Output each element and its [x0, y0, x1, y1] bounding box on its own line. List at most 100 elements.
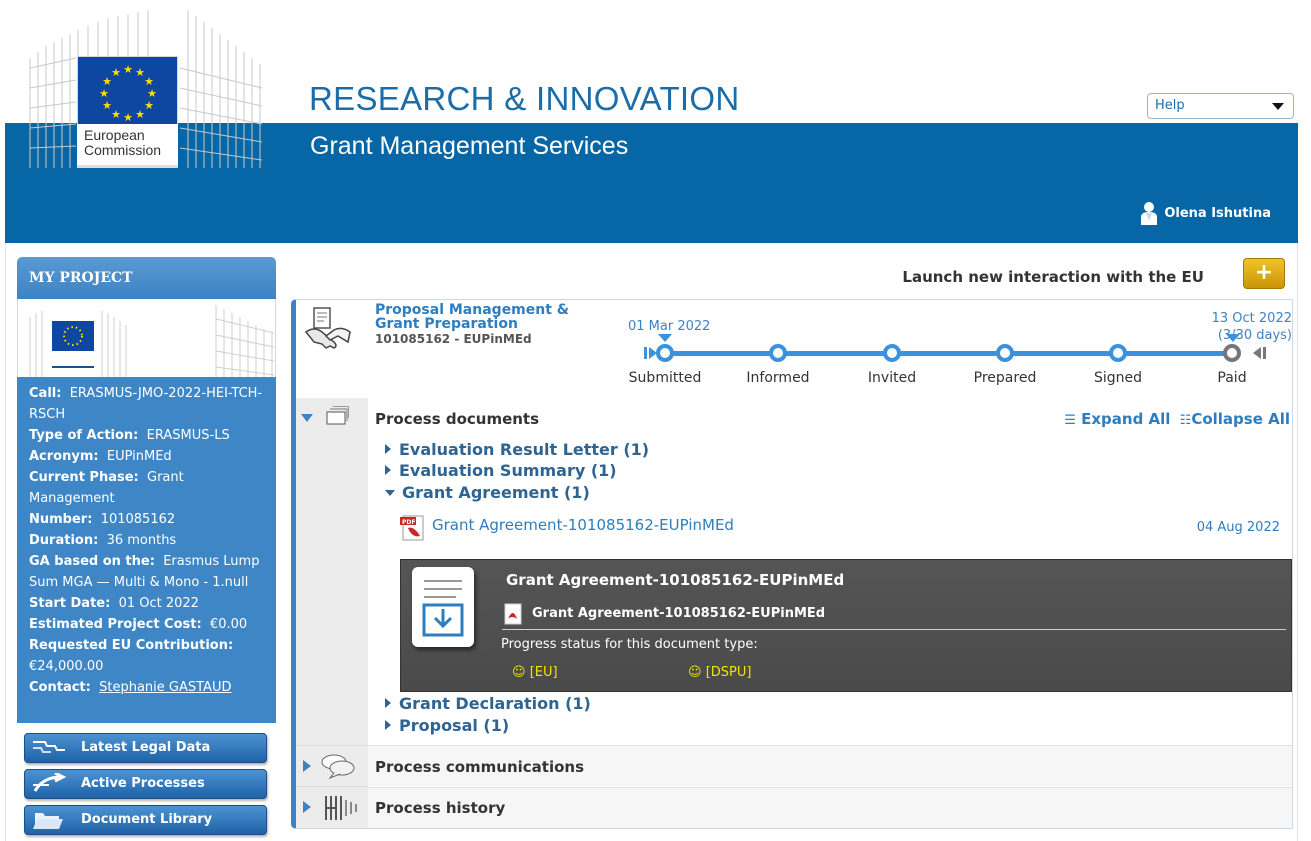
- timeline-start-date: 01 Mar 2022: [628, 319, 711, 334]
- doc-category-evaluation-summary[interactable]: Evaluation Summary (1): [385, 461, 617, 480]
- doc-category-grant-agreement[interactable]: Grant Agreement (1): [385, 483, 590, 502]
- status-party-dspu: ☺ [DSPU]: [688, 665, 751, 680]
- divider: [296, 745, 368, 746]
- info-label: Contact:: [29, 680, 91, 695]
- user-menu[interactable]: Olena Ishutina: [1140, 201, 1271, 225]
- timeline-step-prepared[interactable]: [996, 344, 1014, 362]
- info-label: Current Phase:: [29, 470, 139, 485]
- document-detail-card: Grant Agreement-101085162-EUPinMEd Grant…: [400, 559, 1292, 692]
- svg-text:★: ★: [111, 66, 121, 79]
- section-collapse-toggle[interactable]: [301, 414, 313, 422]
- timeline-step-signed[interactable]: [1109, 344, 1127, 362]
- info-acronym: Acronym: EUPinMEd: [29, 446, 268, 467]
- collapse-all-link[interactable]: Collapse All: [1191, 410, 1290, 428]
- project-info: Call: ERASMUS-JMO-2022-HEI-TCH-RSCH Type…: [17, 377, 276, 723]
- info-label: Call:: [29, 386, 62, 401]
- help-dropdown-label: Help: [1155, 98, 1185, 113]
- step-label: Invited: [867, 370, 917, 386]
- info-label: Number:: [29, 512, 93, 527]
- step-label: Prepared: [973, 370, 1037, 386]
- info-number: Number: 101085162: [29, 509, 268, 530]
- eu-stars-icon: ★ ★★ ★★★ ★★★ ★★★: [99, 63, 157, 124]
- step-label: Paid: [1217, 370, 1247, 386]
- sidebar: MY PROJECT Call: ERASMUS-JMO-2022-HEI-TC…: [17, 257, 276, 841]
- launch-interaction-text: Launch new interaction with the EU: [902, 268, 1204, 286]
- timeline-end-date-value: 13 Oct 2022: [1211, 311, 1292, 326]
- chat-bubbles-icon: [321, 754, 355, 780]
- card-status-label: Progress status for this document type:: [501, 637, 758, 652]
- doc-category-grant-declaration[interactable]: Grant Declaration (1): [385, 694, 591, 713]
- doc-category-proposal[interactable]: Proposal (1): [385, 716, 509, 735]
- pdf-icon: [504, 603, 522, 625]
- contact-link[interactable]: Stephanie GASTAUD: [99, 680, 231, 695]
- doc-category-label: Grant Declaration (1): [399, 694, 591, 713]
- expand-all-icon: ☰: [1064, 413, 1076, 428]
- info-value: ERASMUS-LS: [146, 428, 230, 443]
- card-file-row[interactable]: Grant Agreement-101085162-EUPinMEd: [502, 602, 1286, 630]
- mini-commission-logo: [29, 305, 275, 377]
- info-call: Call: ERASMUS-JMO-2022-HEI-TCH-RSCH: [29, 383, 268, 425]
- latest-legal-data-button[interactable]: Latest Legal Data: [24, 733, 267, 763]
- info-start-date: Start Date: 01 Oct 2022: [29, 593, 268, 614]
- info-value: 01 Oct 2022: [118, 596, 199, 611]
- document-library-button[interactable]: Document Library: [24, 805, 267, 835]
- sidebar-title: MY PROJECT: [17, 257, 276, 299]
- expand-all-link[interactable]: Expand All: [1081, 410, 1170, 428]
- timeline-end-days: (3/30 days): [1217, 328, 1292, 343]
- step-label: Submitted: [628, 370, 702, 386]
- info-estimated-cost: Estimated Project Cost: €0.00: [29, 614, 268, 635]
- info-ga-based-on: GA based on the: Erasmus Lump Sum MGA — …: [29, 551, 268, 593]
- svg-text:PDF: PDF: [402, 519, 415, 526]
- status-party-eu: ☺ [EU]: [512, 665, 558, 680]
- document-download-icon[interactable]: [412, 567, 474, 647]
- svg-text:★: ★: [111, 108, 121, 121]
- info-contact: Contact: Stephanie GASTAUD: [29, 677, 268, 698]
- info-label: Acronym:: [29, 449, 99, 464]
- download-icon: [422, 580, 464, 637]
- svg-text:★: ★: [123, 63, 133, 76]
- active-processes-label: Active Processes: [81, 776, 205, 791]
- sidebar-buttons: Latest Legal Data Active Processes Docum…: [17, 723, 276, 835]
- help-dropdown[interactable]: Help: [1147, 93, 1294, 119]
- status-party-label: [DSPU]: [705, 665, 752, 680]
- info-label: GA based on the:: [29, 554, 155, 569]
- timeline-step-submitted[interactable]: [656, 344, 674, 362]
- timeline-end-date: 13 Oct 2022 (3/30 days): [1212, 310, 1292, 344]
- launch-interaction-button[interactable]: +: [1243, 258, 1285, 289]
- active-processes-button[interactable]: Active Processes: [24, 769, 267, 799]
- collapse-all-icon: ☷: [1179, 413, 1192, 428]
- timeline-step-paid[interactable]: [1223, 344, 1241, 362]
- expand-toggle[interactable]: [303, 801, 311, 813]
- info-label: Estimated Project Cost:: [29, 617, 202, 632]
- documents-folder-icon: [326, 406, 349, 425]
- document-library-label: Document Library: [81, 812, 213, 827]
- doc-category-label: Evaluation Result Letter (1): [399, 440, 650, 459]
- process-history-row-bg: [368, 787, 1292, 828]
- timeline-step-informed[interactable]: [769, 344, 787, 362]
- org-caption-line1: European: [84, 127, 145, 143]
- sidebar-logo: [17, 299, 276, 377]
- timeline-end-icon: [1253, 347, 1266, 359]
- signer-icon: ☺: [512, 665, 526, 680]
- handshake-icon: [304, 307, 351, 349]
- process-title[interactable]: Proposal Management & Grant Preparation: [375, 303, 605, 331]
- expand-collapse-links: ☰ Expand All ☷Collapse All: [1064, 410, 1290, 428]
- timeline-step-invited[interactable]: [883, 344, 901, 362]
- svg-text:★: ★: [99, 87, 109, 100]
- grant-agreement-file-date: 04 Aug 2022: [1196, 520, 1280, 535]
- expand-arrow-icon: [385, 698, 391, 708]
- process-documents-title[interactable]: Process documents: [375, 410, 539, 428]
- svg-text:★: ★: [102, 99, 112, 112]
- eu-flag: ★ ★ ★ ★ ★ ★ ★ ★ ★ ★ ★ ★: [77, 56, 178, 130]
- expand-arrow-icon: [385, 465, 391, 475]
- process-timeline: 01 Mar 2022 13 Oct 2022 (3/30 days) Subm…: [628, 308, 1292, 398]
- expand-toggle[interactable]: [303, 760, 311, 772]
- grant-agreement-file-link[interactable]: Grant Agreement-101085162-EUPinMEd: [432, 516, 734, 534]
- doc-category-evaluation-result-letter[interactable]: Evaluation Result Letter (1): [385, 440, 649, 459]
- process-history-title[interactable]: Process history: [375, 799, 505, 817]
- user-icon: [1141, 202, 1158, 225]
- process-panel: Proposal Management & Grant Preparation …: [291, 299, 1293, 829]
- process-communications-title[interactable]: Process communications: [375, 758, 584, 776]
- european-commission-logo: ★ ★ ★ ★ ★ ★ ★ ★ ★ ★ ★ ★ European Commission: [28, 8, 264, 168]
- expand-arrow-icon: [385, 444, 391, 454]
